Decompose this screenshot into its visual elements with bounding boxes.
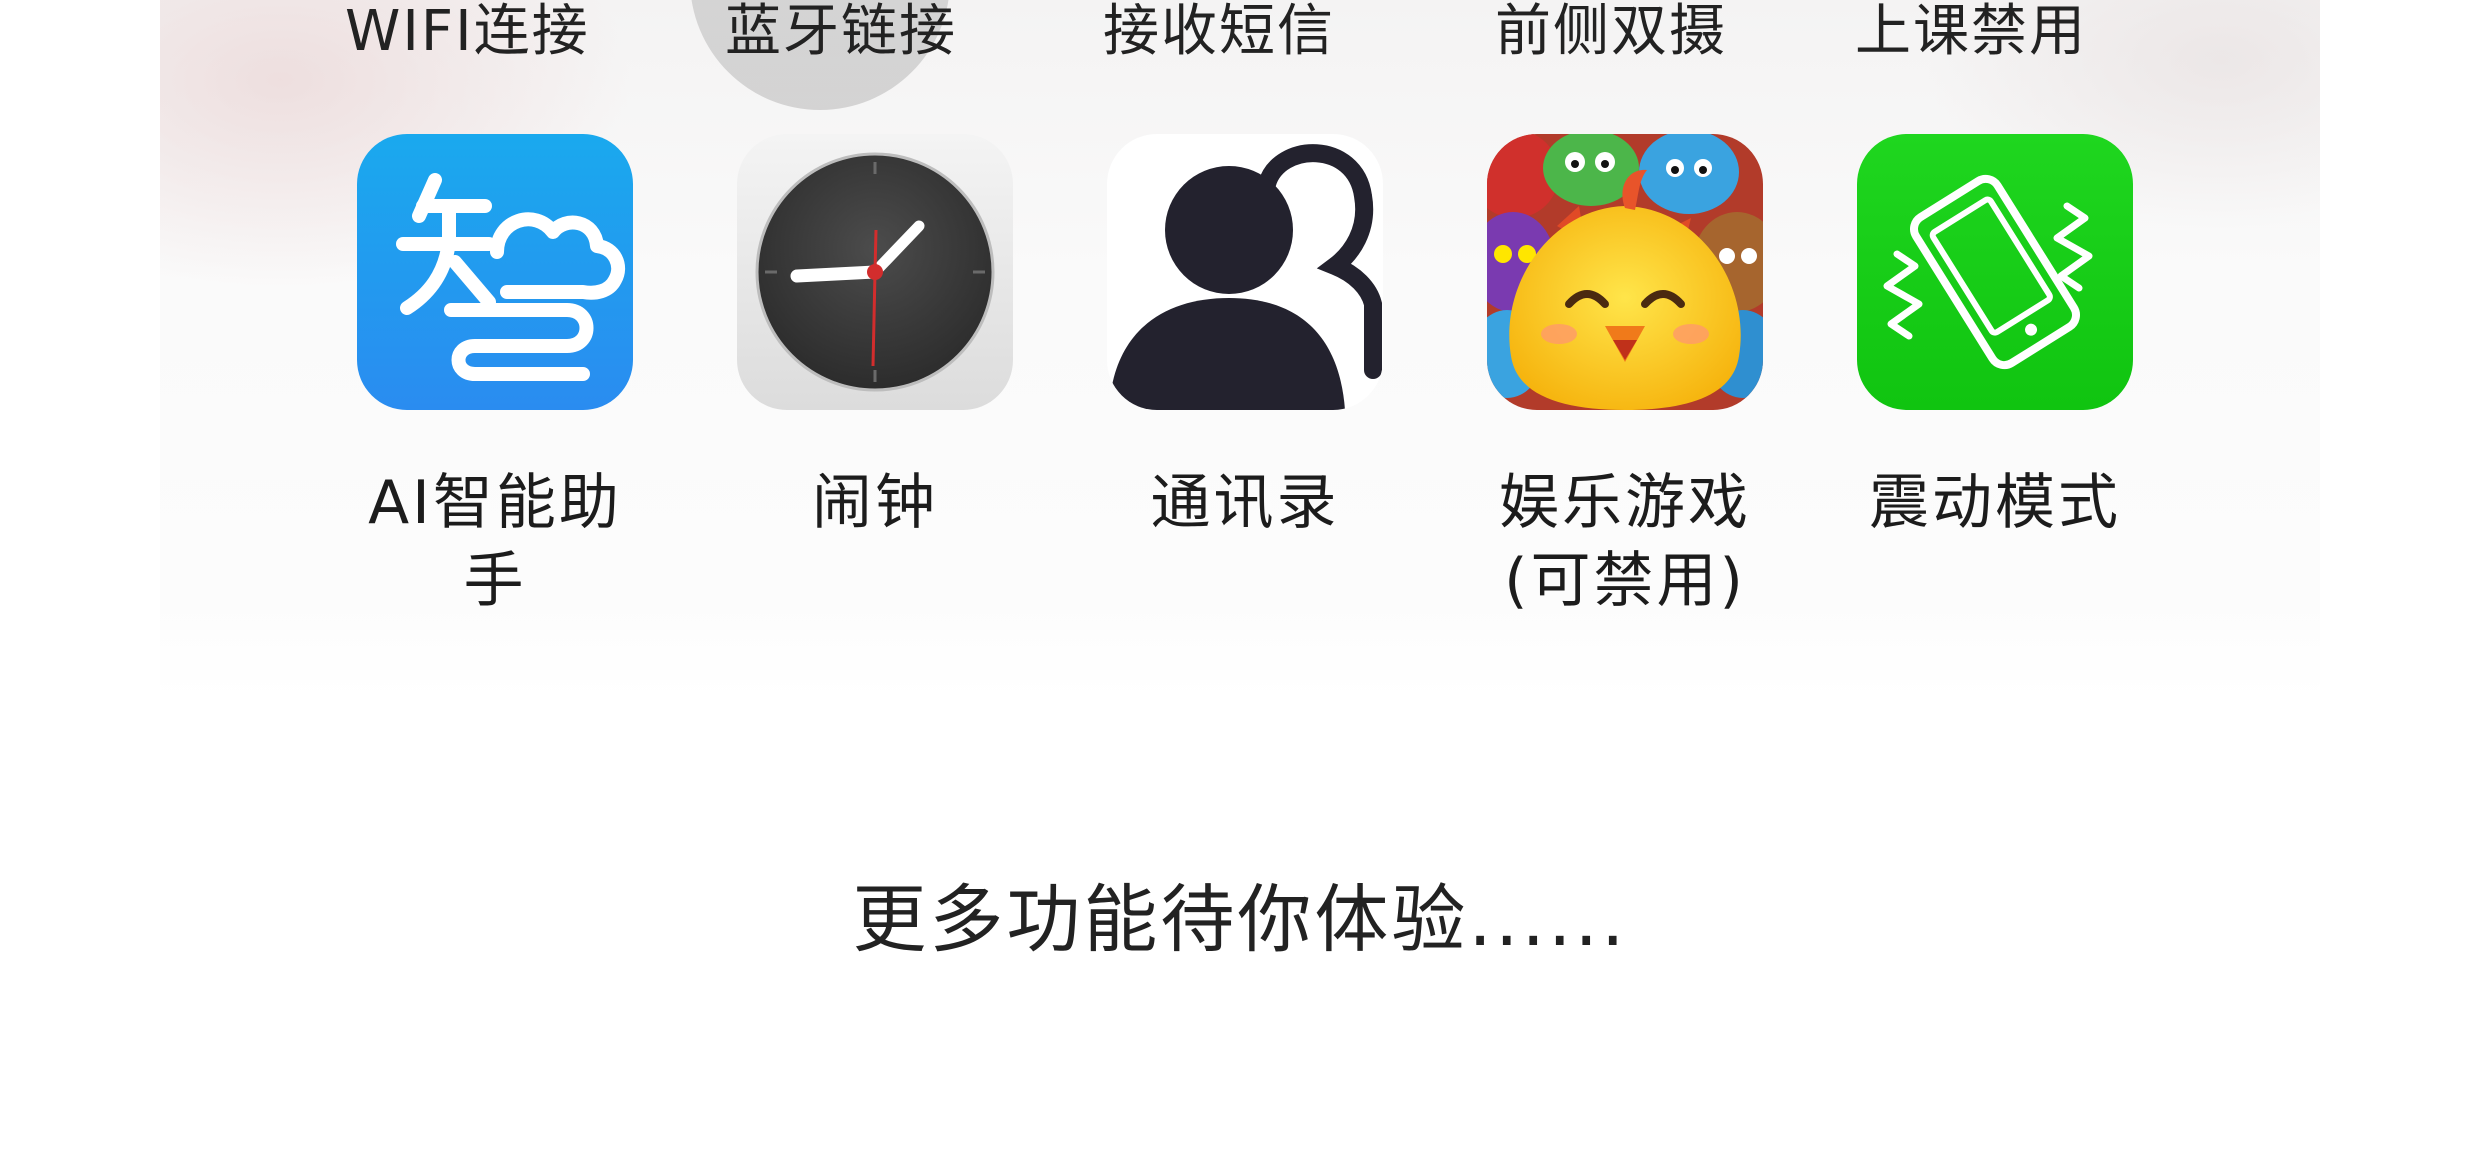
app-game[interactable]: 娱乐游戏 (可禁用) <box>1485 134 1765 620</box>
feature-label-bluetooth: 蓝牙链接 <box>725 0 957 64</box>
feature-label-dual-camera: 前侧双摄 <box>1495 0 1727 64</box>
app-label: 闹钟 <box>812 468 938 538</box>
game-icon <box>1487 134 1763 410</box>
feature-label-wifi: WIFI连接 <box>345 0 590 64</box>
app-label: 震动模式 <box>1869 468 2121 538</box>
more-features-text: 更多功能待你体验...... <box>852 877 1628 963</box>
feature-label-sms: 接收短信 <box>1103 0 1335 64</box>
app-label: 通讯录 <box>1150 468 1340 538</box>
vibration-mode-icon <box>1857 134 2133 410</box>
feature-label-class-mode: 上课禁用 <box>1855 0 2087 64</box>
app-contacts[interactable]: 通讯录 <box>1105 134 1385 542</box>
feature-showcase: WIFI连接 蓝牙链接 接收短信 前侧双摄 上课禁用 AI智能助手 闹钟 通讯录… <box>0 0 2480 1160</box>
app-ai-assistant[interactable]: AI智能助手 <box>355 134 635 620</box>
contacts-icon <box>1107 134 1383 410</box>
ai-assistant-icon <box>357 134 633 410</box>
app-label: AI智能助手 <box>368 468 622 616</box>
app-label: 娱乐游戏 (可禁用) <box>1499 468 1751 616</box>
app-vibration-mode[interactable]: 震动模式 <box>1855 134 2135 542</box>
alarm-clock-icon <box>737 134 1013 410</box>
app-alarm-clock[interactable]: 闹钟 <box>735 134 1015 542</box>
